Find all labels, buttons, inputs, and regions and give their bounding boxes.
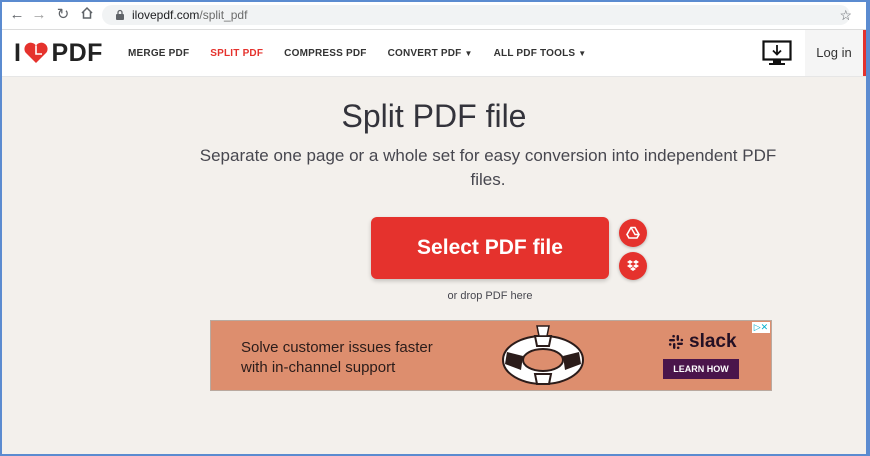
home-icon[interactable] (78, 6, 96, 24)
ad-line-1: Solve customer issues faster (241, 339, 433, 356)
url-text: ilovepdf.com/split_pdf (132, 8, 248, 22)
page-subtitle: Separate one page or a whole set for eas… (199, 146, 777, 189)
dropbox-icon (627, 260, 639, 271)
google-drive-button[interactable] (619, 219, 647, 247)
dropbox-button[interactable] (619, 252, 647, 280)
learn-how-button[interactable]: LEARN HOW (663, 359, 739, 379)
slack-icon (668, 334, 684, 350)
menu-merge-pdf[interactable]: MERGE PDF (128, 48, 189, 59)
site-header: I PDF MERGE PDF SPLIT PDF COMPRESS PDF C… (2, 30, 866, 77)
forward-icon[interactable]: → (30, 6, 48, 24)
browser-toolbar: ← → ↻ ilovepdf.com/split_pdf ☆ (2, 2, 866, 30)
ad-line-2: with in-channel support (241, 359, 396, 376)
star-icon[interactable]: ☆ (839, 7, 852, 24)
reload-icon[interactable]: ↻ (54, 6, 72, 24)
main-menu: MERGE PDF SPLIT PDF COMPRESS PDF CONVERT… (128, 30, 607, 76)
caret-down-icon: ▼ (578, 48, 587, 58)
logo-text-pdf: PDF (51, 38, 103, 67)
browser-window: ← → ↻ ilovepdf.com/split_pdf ☆ I PDF MER… (2, 2, 866, 454)
menu-compress-pdf[interactable]: COMPRESS PDF (284, 48, 366, 59)
menu-convert-pdf[interactable]: CONVERT PDF ▼ (388, 48, 473, 59)
menu-split-pdf[interactable]: SPLIT PDF (210, 48, 263, 59)
login-button[interactable]: Log in (805, 30, 866, 76)
caret-down-icon: ▼ (464, 48, 473, 58)
slack-wordmark: slack (689, 331, 737, 352)
logo[interactable]: I PDF (14, 38, 103, 68)
ad-headline: Solve customer issues faster with in-cha… (241, 338, 433, 378)
ad-choices-icon[interactable]: ▷✕ (752, 322, 770, 333)
heart-icon (24, 42, 49, 63)
desktop-download-icon[interactable] (762, 40, 792, 66)
back-icon[interactable]: ← (8, 6, 26, 24)
drop-hint: or drop PDF here (447, 290, 533, 302)
menu-all-pdf-tools[interactable]: ALL PDF TOOLS ▼ (494, 48, 587, 59)
logo-text-i: I (14, 38, 22, 67)
slack-logo: slack (667, 331, 737, 353)
address-bar[interactable]: ilovepdf.com/split_pdf ☆ (102, 5, 852, 25)
google-drive-icon (626, 226, 640, 239)
select-pdf-button[interactable]: Select PDF file (371, 217, 609, 279)
lock-icon (116, 9, 124, 20)
page-title: Split PDF file (341, 98, 527, 134)
advertisement-banner[interactable]: Solve customer issues faster with in-cha… (210, 320, 772, 391)
life-ring-illustration (502, 325, 584, 385)
